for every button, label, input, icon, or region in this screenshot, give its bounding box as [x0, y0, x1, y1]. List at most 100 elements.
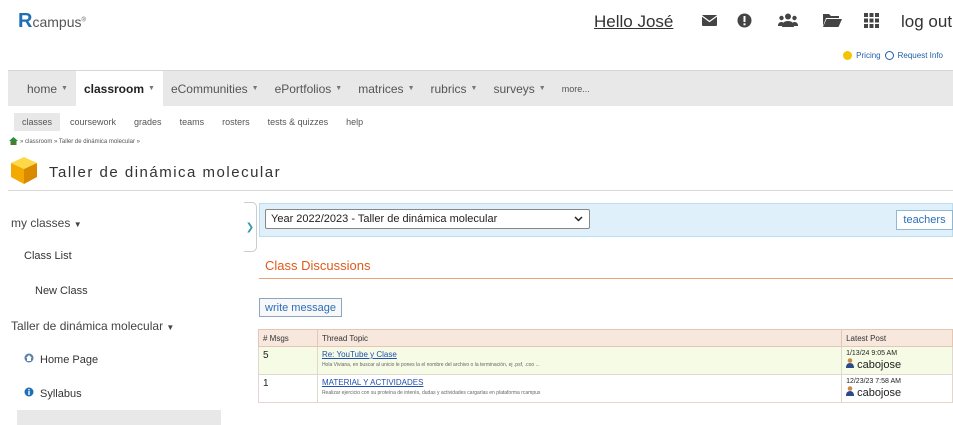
subnav-teams[interactable]: teams: [172, 113, 213, 131]
discussion-table: # Msgs Thread Topic Latest Post 5 Re: Yo…: [258, 329, 953, 403]
sidebar-item-label: Syllabus: [40, 387, 82, 400]
thread-topic-cell: MATERIAL Y ACTIVIDADES Realizar ejercici…: [316, 374, 843, 403]
utility-links: Pricing Request Info: [843, 51, 943, 60]
nav-rubrics[interactable]: rubrics ▼: [423, 71, 486, 106]
nav-ecommunities-label: eCommunities: [170, 81, 248, 96]
thread-snippet: Realizar ejercicio con su proteína de in…: [321, 390, 541, 396]
section-divider: [259, 278, 953, 279]
sidebar-current-class-label: Taller de dinámica molecular: [11, 319, 164, 333]
nav-home-label: home: [27, 81, 58, 96]
rcampus-logo[interactable]: Rcampus®: [18, 10, 86, 33]
mail-icon[interactable]: [698, 9, 720, 31]
subnav-tests-quizzes[interactable]: tests & quizzes: [260, 113, 337, 131]
latest-post-cell: 1/13/24 9:05 AM cabojose: [841, 346, 953, 375]
grid-icon[interactable]: [860, 9, 882, 31]
logo-mark: ®: [81, 17, 86, 24]
latest-post-username: cabojose: [857, 358, 902, 371]
sidebar-item-highlighted[interactable]: [17, 410, 221, 425]
nav-eportfolios[interactable]: ePortfolios ▼: [267, 71, 351, 106]
col-latest-post[interactable]: Latest Post: [841, 329, 953, 347]
nav-home[interactable]: home ▼: [19, 71, 76, 106]
nav-surveys[interactable]: surveys ▼: [485, 71, 553, 106]
caret-icon: ▼: [61, 85, 68, 92]
latest-post-username: cabojose: [857, 386, 902, 399]
subnav-grades[interactable]: grades: [126, 113, 170, 131]
msg-count: 1: [258, 374, 318, 403]
col-msgs[interactable]: # Msgs: [258, 329, 318, 347]
latest-post-user[interactable]: cabojose: [846, 358, 948, 371]
col-thread-topic[interactable]: Thread Topic: [316, 329, 843, 347]
logout-link[interactable]: log out: [901, 12, 952, 32]
pricing-icon: [843, 51, 853, 60]
class-select-value: Year 2022/2023 - Taller de dinámica mole…: [271, 213, 498, 225]
info-icon: [884, 51, 894, 60]
caret-icon: ▼: [407, 85, 415, 92]
section-title: Class Discussions: [265, 258, 371, 273]
user-icon: [846, 386, 855, 399]
thread-link[interactable]: MATERIAL Y ACTIVIDADES: [322, 378, 837, 387]
subnav-help[interactable]: help: [338, 113, 371, 131]
folder-icon[interactable]: [821, 9, 843, 31]
nav-more-label: more...: [561, 83, 590, 94]
page-title: Taller de dinámica molecular: [49, 163, 282, 181]
caret-icon: ▼: [251, 85, 259, 92]
pricing-link[interactable]: Pricing: [856, 51, 880, 60]
nav-ecommunities[interactable]: eCommunities ▼: [163, 71, 267, 106]
nav-rubrics-label: rubrics: [430, 81, 467, 96]
latest-post-date: 12/23/23 7:58 AM: [846, 378, 901, 385]
table-row[interactable]: 5 Re: YouTube y Clase Hola Viviana, en b…: [258, 346, 953, 375]
nav-classroom-label: classroom: [83, 81, 144, 96]
nav-matrices[interactable]: matrices ▼: [350, 71, 422, 106]
thread-topic-cell: Re: YouTube y Clase Hola Viviana, en bus…: [316, 346, 843, 375]
home-icon[interactable]: [9, 137, 18, 147]
sidebar-my-classes-label: my classes: [11, 216, 71, 230]
nav-more[interactable]: more...: [554, 71, 598, 106]
thread-link[interactable]: Re: YouTube y Clase: [322, 350, 837, 359]
breadcrumb: » classroom » Taller de dinámica molecul…: [9, 137, 140, 147]
latest-post-date: 1/13/24 9:05 AM: [846, 350, 898, 357]
sidebar-item-label: Class List: [24, 250, 72, 262]
nav-surveys-label: surveys: [493, 81, 535, 96]
logo-text: campus: [32, 14, 82, 30]
table-row[interactable]: 1 MATERIAL Y ACTIVIDADES Realizar ejerci…: [258, 374, 953, 403]
sidebar-item-syllabus[interactable]: Syllabus: [24, 387, 82, 400]
subnav-coursework[interactable]: coursework: [62, 113, 124, 131]
sidebar-item-label: New Class: [35, 285, 88, 297]
caret-icon: ▼: [470, 85, 478, 92]
chevron-down-icon: [574, 214, 583, 224]
class-cube-icon: [9, 155, 39, 190]
greeting-link[interactable]: Hello José: [594, 12, 673, 32]
nav-classroom[interactable]: classroom ▼: [75, 71, 163, 106]
subnav-rosters[interactable]: rosters: [214, 113, 258, 131]
thread-snippet: Hola Viviana, en buscar al unicio le pon…: [321, 362, 540, 368]
chevron-right-icon: ❯: [245, 221, 255, 233]
subnav-classes[interactable]: classes: [14, 113, 61, 131]
sidebar-my-classes[interactable]: my classes ▼: [11, 216, 82, 230]
sidebar-item-new-class[interactable]: New Class: [35, 285, 88, 297]
people-icon[interactable]: [777, 9, 799, 31]
logo-letter: R: [18, 10, 33, 32]
alert-icon[interactable]: [733, 9, 755, 31]
sidebar: my classes ▼ Class List New Class Taller…: [0, 200, 240, 425]
caret-icon: ▼: [73, 220, 82, 229]
sub-nav: classes coursework grades teams rosters …: [8, 112, 371, 132]
latest-post-user[interactable]: cabojose: [846, 386, 948, 399]
msg-count: 5: [258, 346, 318, 375]
nav-eportfolios-label: ePortfolios: [274, 81, 332, 96]
info-circle-icon: [24, 387, 34, 400]
request-info-link[interactable]: Request Info: [898, 51, 943, 60]
sidebar-current-class[interactable]: Taller de dinámica molecular ▼: [11, 319, 174, 333]
class-selector-bar: Year 2022/2023 - Taller de dinámica mole…: [259, 203, 953, 237]
breadcrumb-text[interactable]: » classroom » Taller de dinámica molecul…: [20, 139, 140, 145]
sidebar-item-class-list[interactable]: Class List: [24, 250, 72, 262]
sidebar-toggle[interactable]: ❯: [244, 202, 257, 252]
home-page-icon: [24, 353, 34, 366]
caret-icon: ▼: [148, 85, 155, 92]
teachers-button[interactable]: teachers: [896, 210, 953, 230]
page-header: Taller de dinámica molecular: [9, 155, 281, 189]
write-message-button[interactable]: write message: [259, 298, 342, 317]
caret-icon: ▼: [538, 85, 546, 92]
class-select[interactable]: Year 2022/2023 - Taller de dinámica mole…: [265, 209, 590, 229]
table-header-row: # Msgs Thread Topic Latest Post: [258, 329, 953, 347]
sidebar-item-home-page[interactable]: Home Page: [24, 353, 98, 366]
